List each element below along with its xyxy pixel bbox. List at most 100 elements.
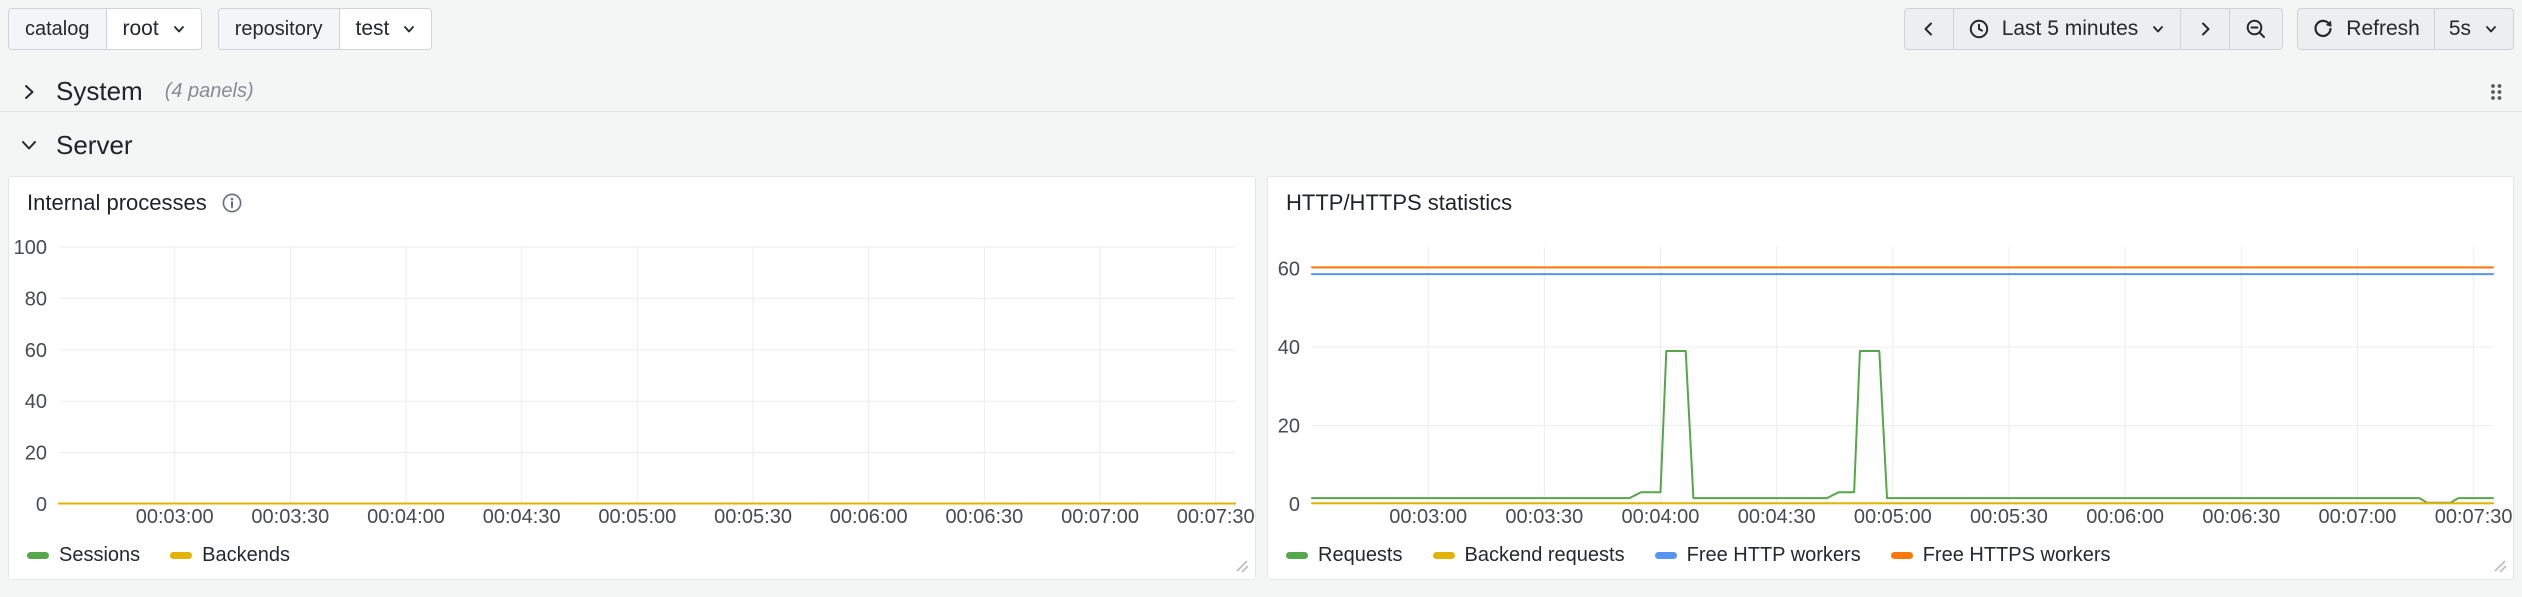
y-tick-label: 0 [36,494,47,516]
x-tick-label: 00:05:30 [714,506,792,528]
y-tick-label: 80 [25,288,47,310]
x-tick-label: 00:06:30 [2202,506,2280,528]
chevron-left-icon [1919,19,1939,39]
dashboard-toolbar: catalog root repository test Last 5 minu… [8,8,2514,50]
panel-header[interactable]: HTTP/HTTPS statistics [1268,177,2513,216]
time-range-label: Last 5 minutes [2001,17,2139,40]
x-tick-label: 00:05:00 [598,506,676,528]
variable-repository: repository test [217,8,433,50]
y-tick-label: 20 [25,443,47,465]
legend-label: Requests [1318,544,1403,566]
zoom-out-icon [2244,17,2268,41]
chevron-right-icon [2195,19,2215,39]
row-toggle-system[interactable]: System (4 panels) [18,76,254,107]
legend-item[interactable]: Backends [170,544,290,567]
refresh-group: Refresh 5s [2297,8,2514,50]
refresh-interval-dropdown[interactable]: 5s [2433,9,2513,49]
x-tick-label: 00:06:00 [2086,506,2164,528]
chart-legend: Requests Backend requests Free HTTP worker… [1286,544,2111,567]
x-tick-label: 00:04:00 [367,506,445,528]
y-tick-label: 0 [1289,494,1300,516]
y-tick-label: 60 [1278,259,1300,281]
x-tick-label: 00:03:30 [251,506,329,528]
time-series-chart[interactable]: 0 20 40 60 00:03:00 00:03:30 00:04:00 00:04:30 0… [1268,217,2513,547]
panel-http-https-statistics: HTTP/HTTPS statistics 0 20 40 60 00:03:00 00:… [1267,176,2514,580]
x-tick-label: 00:07:30 [1177,506,1255,528]
legend-item[interactable]: Free HTTPS workers [1890,544,2111,567]
row-system: System (4 panels) [0,72,2522,112]
refresh-interval-value: 5s [2448,17,2471,40]
time-range-picker[interactable]: Last 5 minutes [1952,9,2181,49]
time-controls: Last 5 minutes Refresh 5s [1903,8,2514,50]
legend-item[interactable]: Requests [1286,544,1403,567]
legend-item[interactable]: Backend requests [1432,544,1625,567]
legend-swatch [1890,552,1913,559]
x-tick-label: 00:07:00 [1061,506,1139,528]
chart-legend: Sessions Backends [27,544,290,567]
drag-handle-icon[interactable] [2488,81,2504,103]
chevron-down-icon [2483,21,2499,37]
time-picker-group: Last 5 minutes [1903,8,2284,50]
legend-item[interactable]: Free HTTP workers [1654,544,1861,567]
panel-title: HTTP/HTTPS statistics [1286,190,1513,215]
y-tick-label: 40 [25,391,47,413]
series-line [1311,350,2494,504]
x-tick-label: 00:05:00 [1854,506,1932,528]
refresh-icon [2312,18,2334,40]
x-tick-label: 00:03:00 [1389,506,1467,528]
info-icon[interactable] [221,192,243,214]
y-tick-label: 20 [1278,416,1300,438]
x-tick-label: 00:05:30 [1970,506,2048,528]
x-tick-label: 00:03:00 [136,506,214,528]
variable-repository-value: test [355,17,390,40]
refresh-button[interactable]: Refresh [2298,9,2434,49]
x-tick-label: 00:06:00 [830,506,908,528]
legend-swatch [1654,552,1677,559]
row-title: System [56,76,143,106]
panel-header[interactable]: Internal processes [9,177,1255,216]
variable-repository-dropdown[interactable]: test [339,9,432,49]
refresh-label: Refresh [2346,17,2420,40]
variable-catalog-dropdown[interactable]: root [106,9,201,49]
variable-catalog-value: root [122,17,159,40]
chevron-down-icon [2150,21,2166,37]
legend-label: Backend requests [1464,544,1625,566]
legend-swatch [27,552,49,559]
row-toggle-server[interactable]: Server [18,130,133,161]
clock-icon [1968,18,1990,40]
resize-corner-icon[interactable] [1234,558,1250,574]
x-tick-label: 00:04:00 [1622,506,1700,528]
template-variables: catalog root repository test [8,8,433,50]
chevron-down-icon [18,134,40,156]
chevron-down-icon [171,21,187,37]
legend-swatch [1432,552,1455,559]
variable-repository-label: repository [218,9,340,49]
x-tick-label: 00:03:30 [1505,506,1583,528]
variable-catalog-label: catalog [9,9,107,49]
panel-title: Internal processes [27,190,207,215]
y-tick-label: 100 [14,237,47,259]
legend-swatch [1286,552,1308,559]
legend-label: Free HTTPS workers [1922,544,2111,566]
x-tick-label: 00:07:00 [2319,506,2397,528]
legend-label: Free HTTP workers [1686,544,1861,566]
time-back-button[interactable] [1905,9,1953,49]
chevron-right-icon [18,81,40,103]
panel-internal-processes: Internal processes 0 20 40 60 80 100 00:03:00 0… [8,176,1256,580]
x-tick-label: 00:04:30 [483,506,561,528]
row-panel-count: (4 panels) [164,80,254,102]
legend-label: Backends [202,544,290,566]
y-tick-label: 40 [1278,337,1300,359]
legend-label: Sessions [59,544,141,566]
chevron-down-icon [401,21,417,37]
legend-item[interactable]: Sessions [27,544,140,567]
zoom-out-button[interactable] [2229,9,2282,49]
x-tick-label: 00:04:30 [1738,506,1816,528]
time-series-chart[interactable]: 0 20 40 60 80 100 00:03:00 00:03:30 00:04:00 00:0… [9,217,1255,547]
x-tick-label: 00:06:30 [945,506,1023,528]
row-server: Server [0,124,2522,166]
time-forward-button[interactable] [2180,9,2229,49]
legend-swatch [170,552,193,559]
resize-corner-icon[interactable] [2492,558,2508,574]
x-tick-label: 00:07:30 [2435,506,2513,528]
